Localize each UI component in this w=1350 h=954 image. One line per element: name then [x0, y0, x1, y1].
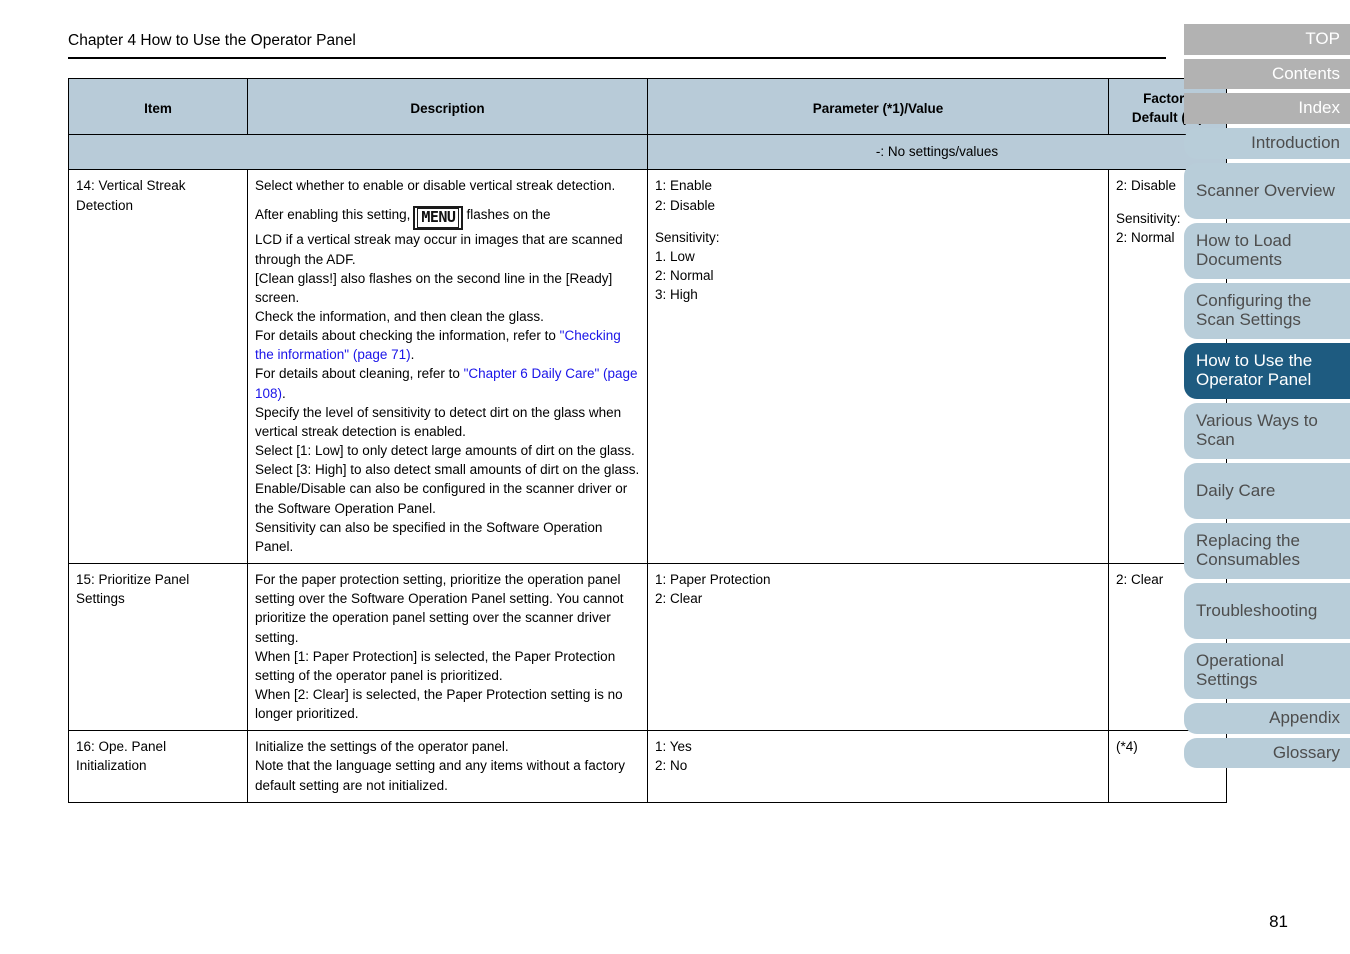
sidebar-item-various-ways-to-scan[interactable]: Various Ways to Scan: [1184, 402, 1350, 459]
column-header-item: Item: [68, 77, 248, 136]
desc-line: Note that the language setting and any i…: [255, 758, 625, 793]
sidebar-navigation: TOP Contents Index Introduction Scanner Over…: [1184, 24, 1350, 772]
sidebar-item-label: Operational Settings: [1196, 650, 1284, 690]
sidebar-item-how-to-use-the-operator-panel[interactable]: How to Use the Operator Panel: [1184, 342, 1350, 399]
sidebar-item-label: Introduction: [1251, 133, 1340, 153]
desc-line: Select [1: Low] to only detect large amo…: [255, 443, 640, 478]
table-header: Item Description Parameter (*1)/Value Fa…: [68, 77, 1227, 171]
sidebar-item-label: Daily Care: [1196, 480, 1276, 500]
sidebar-item-operational-settings[interactable]: Operational Settings: [1184, 642, 1350, 699]
menu-button-label: MENU: [417, 207, 460, 229]
param-line: Sensitivity:: [655, 229, 720, 245]
sidebar-item-label: Scanner Overview: [1196, 180, 1335, 200]
sidebar-item-how-to-load-documents[interactable]: How to Load Documents: [1184, 222, 1350, 279]
desc-text-post: flashes on the: [466, 206, 551, 222]
desc-line: Enable/Disable can also be configured in…: [255, 481, 628, 516]
desc-text-post: .: [282, 385, 286, 401]
desc-text-pre: For details about checking the informati…: [255, 328, 560, 344]
desc-line: Initialize the settings of the operator …: [255, 739, 509, 755]
param-line: 3: High: [655, 287, 698, 303]
desc-text-post: .: [410, 347, 415, 363]
desc-line: Check the information, and then clean th…: [255, 309, 544, 324]
column-header-description: Description: [247, 77, 648, 136]
sidebar-item-label: Glossary: [1272, 742, 1340, 762]
sidebar-item-label: Index: [1298, 98, 1340, 118]
desc-text-pre: For details about cleaning, refer to: [255, 366, 464, 382]
param-line: 1. Low: [655, 248, 695, 264]
sidebar-item-scanner-overview[interactable]: Scanner Overview: [1184, 162, 1350, 219]
desc-line-with-menu-key: After enabling this setting, MENU flashes …: [255, 205, 640, 231]
menu-button-icon: MENU: [413, 205, 464, 231]
sidebar-item-daily-care[interactable]: Daily Care: [1184, 462, 1350, 519]
row-item-14: 14: Vertical Streak Detection: [68, 169, 248, 565]
param-line: 1: Paper Protection: [655, 572, 771, 588]
column-header-parameter: Parameter (*1)/Value: [647, 77, 1109, 136]
desc-line: [Clean glass!] also flashes on the secon…: [255, 270, 613, 305]
sidebar-item-label: Replacing the Consumables: [1196, 530, 1300, 570]
param-line: 2: No: [655, 758, 688, 774]
table-row: 14: Vertical Streak Detection Select whe…: [68, 169, 1227, 565]
settings-table: Item Description Parameter (*1)/Value Fa…: [68, 77, 1227, 803]
desc-text-pre: After enabling this setting,: [255, 206, 411, 222]
legend-spacer-item: [68, 134, 248, 171]
row-description-15: For the paper protection setting, priori…: [247, 563, 648, 732]
legend-spacer-desc: [247, 134, 648, 171]
row-item-16: 16: Ope. Panel Initialization: [68, 730, 248, 803]
desc-line: Sensitivity can also be specified in the…: [255, 519, 603, 554]
table-legend-row: -: No settings/values: [68, 134, 1227, 171]
table-row: 16: Ope. Panel Initialization Initialize…: [68, 730, 1227, 803]
sidebar-item-top[interactable]: TOP: [1184, 24, 1350, 55]
desc-line-link: For details about cleaning, refer to "Ch…: [255, 364, 640, 402]
desc-line: Select whether to enable or disable vert…: [255, 178, 616, 194]
row-parameter-14: 1: Enable 2: Disable Sensitivity: 1. Low…: [647, 169, 1109, 565]
table-header-row: Item Description Parameter (*1)/Value Fa…: [68, 77, 1227, 136]
param-line: 2: Normal: [655, 268, 714, 284]
desc-line: For the paper protection setting, priori…: [255, 572, 624, 645]
sidebar-item-glossary[interactable]: Glossary: [1184, 737, 1350, 769]
param-line: 2: Disable: [655, 197, 716, 213]
sidebar-item-contents[interactable]: Contents: [1184, 58, 1350, 90]
sidebar-item-label: Troubleshooting: [1196, 600, 1318, 620]
desc-line: LCD if a vertical streak may occur in im…: [255, 232, 623, 267]
sidebar-item-label: Configuring the Scan Settings: [1196, 290, 1312, 330]
table-row: 15: Prioritize Panel Settings For the pa…: [68, 563, 1227, 732]
param-line: 1: Enable: [655, 178, 713, 194]
row-parameter-16: 1: Yes 2: No: [647, 730, 1109, 803]
chapter-heading: Chapter 4 How to Use the Operator Panel: [68, 32, 1166, 59]
param-spacer: [655, 215, 1101, 228]
sidebar-item-index[interactable]: Index: [1184, 93, 1350, 125]
sidebar-item-appendix[interactable]: Appendix: [1184, 702, 1350, 734]
page-number: 81: [1269, 912, 1288, 931]
sidebar-item-label: Various Ways to Scan: [1196, 410, 1318, 450]
sidebar-item-troubleshooting[interactable]: Troubleshooting: [1184, 582, 1350, 639]
desc-line: When [2: Clear] is selected, the Paper P…: [255, 686, 623, 722]
desc-line-link: For details about checking the informati…: [255, 326, 640, 364]
row-item-15: 15: Prioritize Panel Settings: [68, 563, 248, 732]
sidebar-item-label: How to Use the Operator Panel: [1196, 350, 1313, 390]
legend-text: -: No settings/values: [647, 134, 1227, 171]
row-description-14: Select whether to enable or disable vert…: [247, 169, 648, 565]
desc-line: Specify the level of sensitivity to dete…: [255, 404, 622, 439]
table-body: 14: Vertical Streak Detection Select whe…: [68, 169, 1227, 803]
sidebar-item-label: How to Load Documents: [1196, 230, 1292, 270]
sidebar-item-label: TOP: [1305, 29, 1340, 48]
sidebar-item-introduction[interactable]: Introduction: [1184, 128, 1350, 159]
sidebar-item-configuring-the-scan-settings[interactable]: Configuring the Scan Settings: [1184, 282, 1350, 339]
row-parameter-15: 1: Paper Protection 2: Clear: [647, 563, 1109, 732]
param-line: 2: Clear: [655, 591, 703, 607]
sidebar-item-label: Contents: [1271, 63, 1340, 83]
sidebar-item-label: Appendix: [1269, 707, 1340, 727]
param-line: 1: Yes: [655, 739, 692, 755]
document-page: Chapter 4 How to Use the Operator Panel …: [0, 0, 1350, 954]
desc-line: When [1: Paper Protection] is selected, …: [255, 648, 616, 683]
row-description-16: Initialize the settings of the operator …: [247, 730, 648, 803]
sidebar-item-replacing-the-consumables[interactable]: Replacing the Consumables: [1184, 522, 1350, 579]
